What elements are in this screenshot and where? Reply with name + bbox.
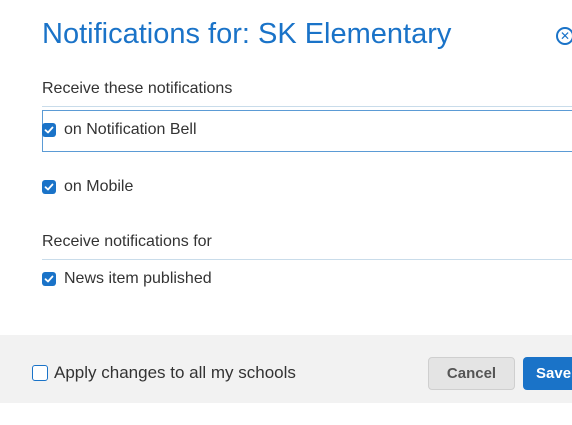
checkbox-mobile[interactable]: on Mobile [42, 178, 133, 196]
for-section-label: Receive notifications for [42, 233, 212, 250]
checkbox-unchecked-icon[interactable] [32, 365, 48, 381]
checkbox-checked-icon[interactable] [42, 123, 56, 137]
checkbox-checked-icon[interactable] [42, 180, 56, 194]
cancel-button[interactable]: Cancel [428, 357, 515, 390]
checkbox-notification-bell[interactable]: on Notification Bell [42, 121, 197, 139]
close-icon[interactable]: ✕ [556, 27, 572, 45]
section-divider [42, 106, 572, 107]
checkbox-label: on Notification Bell [64, 121, 197, 138]
checkbox-label: on Mobile [64, 178, 134, 195]
apply-all-label: Apply changes to all my schools [54, 363, 296, 382]
checkbox-news-item-published[interactable]: News item published [42, 270, 212, 288]
save-button[interactable]: Save [523, 357, 572, 390]
dialog-title: Notifications for: SK Elementary [42, 18, 452, 50]
apply-all-checkbox[interactable]: Apply changes to all my schools [32, 363, 296, 383]
section-divider [42, 259, 572, 260]
checkbox-checked-icon[interactable] [42, 272, 56, 286]
checkbox-label: News item published [64, 270, 212, 287]
receive-section-label: Receive these notifications [42, 80, 233, 97]
